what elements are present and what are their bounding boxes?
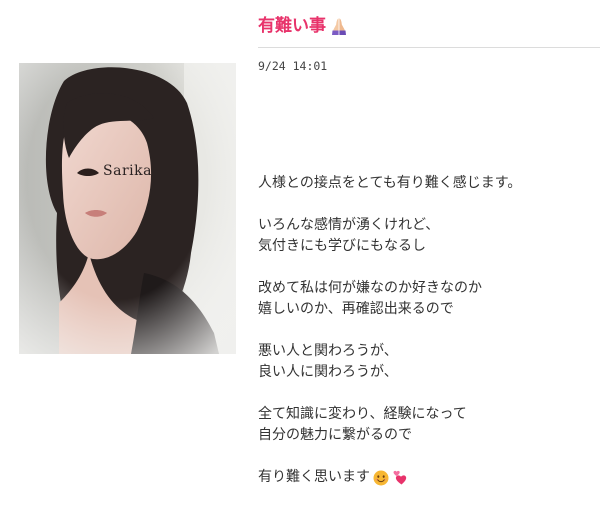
body-line: 嬉しいのか、再確認出来るので — [258, 301, 454, 317]
paragraph-5: 全て知識に変わり、経験になって 自分の魅力に繋がるので — [258, 404, 588, 446]
photo-watermark-caption: Sarika — [103, 163, 152, 179]
post-title[interactable]: 有難い事 — [258, 14, 349, 38]
body-line: 人様との接点をとても有り難く感じます。 — [258, 175, 522, 191]
body-line: いろんな感情が湧くけれど、 — [258, 217, 440, 233]
body-line: 気付きにも学びにもなるし — [258, 238, 426, 254]
paragraph-2: いろんな感情が湧くけれど、 気付きにも学びにもなるし — [258, 215, 588, 257]
post-title-text: 有難い事 — [258, 16, 326, 36]
title-divider — [258, 47, 600, 48]
body-line: 悪い人と関わろうが、 — [258, 343, 398, 359]
closing-line: 有り難く思います — [258, 469, 370, 485]
two-hearts-icon — [392, 470, 408, 486]
body-line: 全て知識に変わり、経験になって — [258, 406, 467, 422]
closing-paragraph: 有り難く思います — [258, 467, 588, 488]
praying-hands-icon — [329, 16, 349, 36]
body-line: 良い人に関わろうが、 — [258, 364, 398, 380]
body-line: 自分の魅力に繋がるので — [258, 427, 412, 443]
post-body: 人様との接点をとても有り難く感じます。 いろんな感情が湧くけれど、 気付きにも学… — [258, 173, 588, 509]
paragraph-4: 悪い人と関わろうが、 良い人に関わろうが、 — [258, 341, 588, 383]
paragraph-1: 人様との接点をとても有り難く感じます。 — [258, 173, 588, 194]
paragraph-3: 改めて私は何が嫌なのか好きなのか 嬉しいのか、再確認出来るので — [258, 278, 588, 320]
post-timestamp: 9/24 14:01 — [258, 59, 328, 73]
body-line: 改めて私は何が嫌なのか好きなのか — [258, 280, 482, 296]
portrait-image — [19, 63, 236, 354]
smiling-face-icon — [373, 470, 389, 486]
post-photo[interactable]: Sarika — [19, 63, 236, 354]
